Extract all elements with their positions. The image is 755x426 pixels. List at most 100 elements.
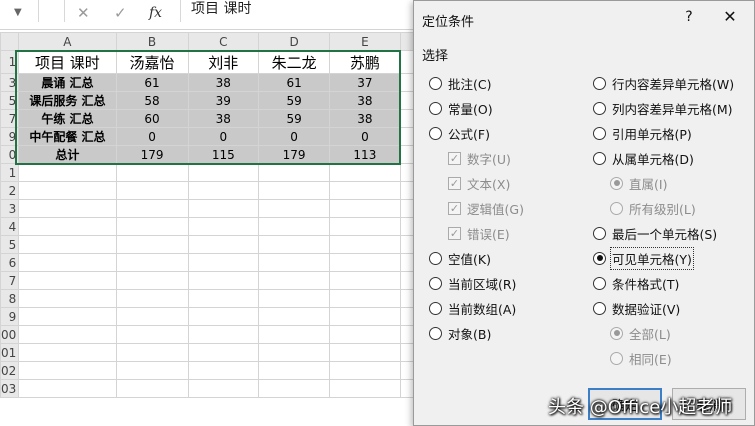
cell[interactable] (18, 181, 117, 200)
cell[interactable] (115, 181, 189, 200)
header-cell[interactable]: 刘非 (187, 50, 260, 74)
value-cell[interactable]: 0 (329, 127, 401, 146)
cell[interactable] (258, 199, 331, 218)
value-cell[interactable]: 38 (187, 109, 260, 128)
cell[interactable] (18, 379, 117, 398)
cell[interactable] (258, 307, 331, 326)
radio-button[interactable] (593, 301, 606, 315)
cell[interactable] (18, 199, 117, 218)
option-right_options-1[interactable]: 列内容差异单元格(M) (593, 98, 733, 118)
row-number[interactable]: 0 (0, 145, 20, 164)
radio-button[interactable] (429, 126, 442, 140)
cell[interactable] (258, 325, 331, 344)
cell[interactable] (329, 271, 401, 290)
radio-button[interactable] (429, 251, 442, 265)
cell[interactable] (329, 343, 401, 362)
formula-input[interactable]: 项目 课时 (180, 0, 420, 22)
row-number[interactable]: 00 (0, 325, 20, 344)
row-label-cell[interactable]: 课后服务 汇总 (18, 91, 117, 110)
row-number[interactable]: 01 (0, 343, 20, 362)
cell[interactable] (115, 235, 189, 254)
cell[interactable] (187, 343, 260, 362)
cell[interactable] (115, 325, 189, 344)
row-label-cell[interactable]: 晨诵 汇总 (18, 73, 117, 92)
option-left_options-7[interactable]: 空值(K) (429, 248, 491, 268)
chevron-down-icon[interactable]: ▼ (14, 3, 22, 23)
close-icon[interactable]: ✕ (77, 3, 90, 23)
header-cell[interactable]: 项目 课时 (18, 50, 117, 74)
cell[interactable] (329, 253, 401, 272)
cell[interactable] (115, 199, 189, 218)
radio-button[interactable] (593, 251, 606, 265)
option-right_options-7[interactable]: 可见单元格(Y) (593, 246, 694, 270)
value-cell[interactable]: 39 (187, 91, 260, 110)
help-button[interactable]: ? (679, 7, 699, 27)
radio-button[interactable] (593, 126, 606, 140)
cell[interactable] (329, 217, 401, 236)
radio-button[interactable] (429, 276, 442, 290)
spreadsheet-grid[interactable]: A B C D E 1 项目 课时 汤嘉怡 刘非 朱二龙 苏鹏 3 晨诵 汇总 61 38 61 37… (0, 32, 420, 426)
cell[interactable] (18, 163, 117, 182)
cell[interactable] (187, 181, 260, 200)
cell[interactable] (115, 271, 189, 290)
close-button[interactable]: ✕ (719, 7, 741, 29)
cell[interactable] (18, 217, 117, 236)
row-number[interactable]: 3 (0, 199, 20, 218)
cell[interactable] (187, 271, 260, 290)
cell[interactable] (258, 343, 331, 362)
row-number[interactable]: 6 (0, 253, 20, 272)
cell[interactable] (258, 163, 331, 182)
option-right_options-6[interactable]: 最后一个单元格(S) (593, 223, 717, 243)
value-cell[interactable]: 0 (258, 127, 331, 146)
value-cell[interactable]: 37 (329, 73, 401, 92)
radio-button[interactable] (593, 276, 606, 290)
cell[interactable] (18, 253, 117, 272)
radio-button[interactable] (593, 101, 606, 115)
option-right_options-9[interactable]: 数据验证(V) (593, 298, 680, 318)
cell[interactable] (329, 235, 401, 254)
cell[interactable] (329, 199, 401, 218)
row-number[interactable]: 02 (0, 361, 20, 380)
cell[interactable] (258, 271, 331, 290)
row-label-cell[interactable]: 总计 (18, 145, 117, 164)
value-cell[interactable]: 60 (115, 109, 189, 128)
cell[interactable] (187, 163, 260, 182)
cell[interactable] (187, 361, 260, 380)
column-header-e[interactable]: E (329, 32, 401, 51)
cell[interactable] (187, 235, 260, 254)
value-cell[interactable]: 58 (115, 91, 189, 110)
cell[interactable] (187, 307, 260, 326)
row-number[interactable]: 4 (0, 217, 20, 236)
radio-button[interactable] (593, 151, 606, 165)
value-cell[interactable]: 59 (258, 109, 331, 128)
cell[interactable] (329, 289, 401, 308)
option-right_options-3[interactable]: 从属单元格(D) (593, 148, 694, 168)
cell[interactable] (258, 361, 331, 380)
value-cell[interactable]: 115 (187, 145, 260, 164)
row-label-cell[interactable]: 午练 汇总 (18, 109, 117, 128)
cell[interactable] (258, 235, 331, 254)
value-cell[interactable]: 0 (115, 127, 189, 146)
option-right_options-2[interactable]: 引用单元格(P) (593, 123, 692, 143)
cell[interactable] (258, 289, 331, 308)
option-left_options-9[interactable]: 当前数组(A) (429, 298, 516, 318)
cell[interactable] (329, 379, 401, 398)
cell[interactable] (258, 217, 331, 236)
cell[interactable] (18, 235, 117, 254)
row-number[interactable]: 1 (0, 163, 20, 182)
row-number[interactable]: 7 (0, 109, 20, 128)
column-header-d[interactable]: D (258, 32, 331, 51)
option-left_options-10[interactable]: 对象(B) (429, 323, 491, 343)
option-left_options-2[interactable]: 公式(F) (429, 123, 490, 143)
cell[interactable] (18, 361, 117, 380)
select-all-corner[interactable] (0, 32, 20, 51)
value-cell[interactable]: 61 (115, 73, 189, 92)
radio-button[interactable] (593, 226, 606, 240)
row-number[interactable]: 5 (0, 91, 20, 110)
cell[interactable] (187, 217, 260, 236)
cell[interactable] (258, 181, 331, 200)
value-cell[interactable]: 38 (329, 109, 401, 128)
cell[interactable] (115, 289, 189, 308)
cell[interactable] (329, 163, 401, 182)
row-number[interactable]: 9 (0, 307, 20, 326)
